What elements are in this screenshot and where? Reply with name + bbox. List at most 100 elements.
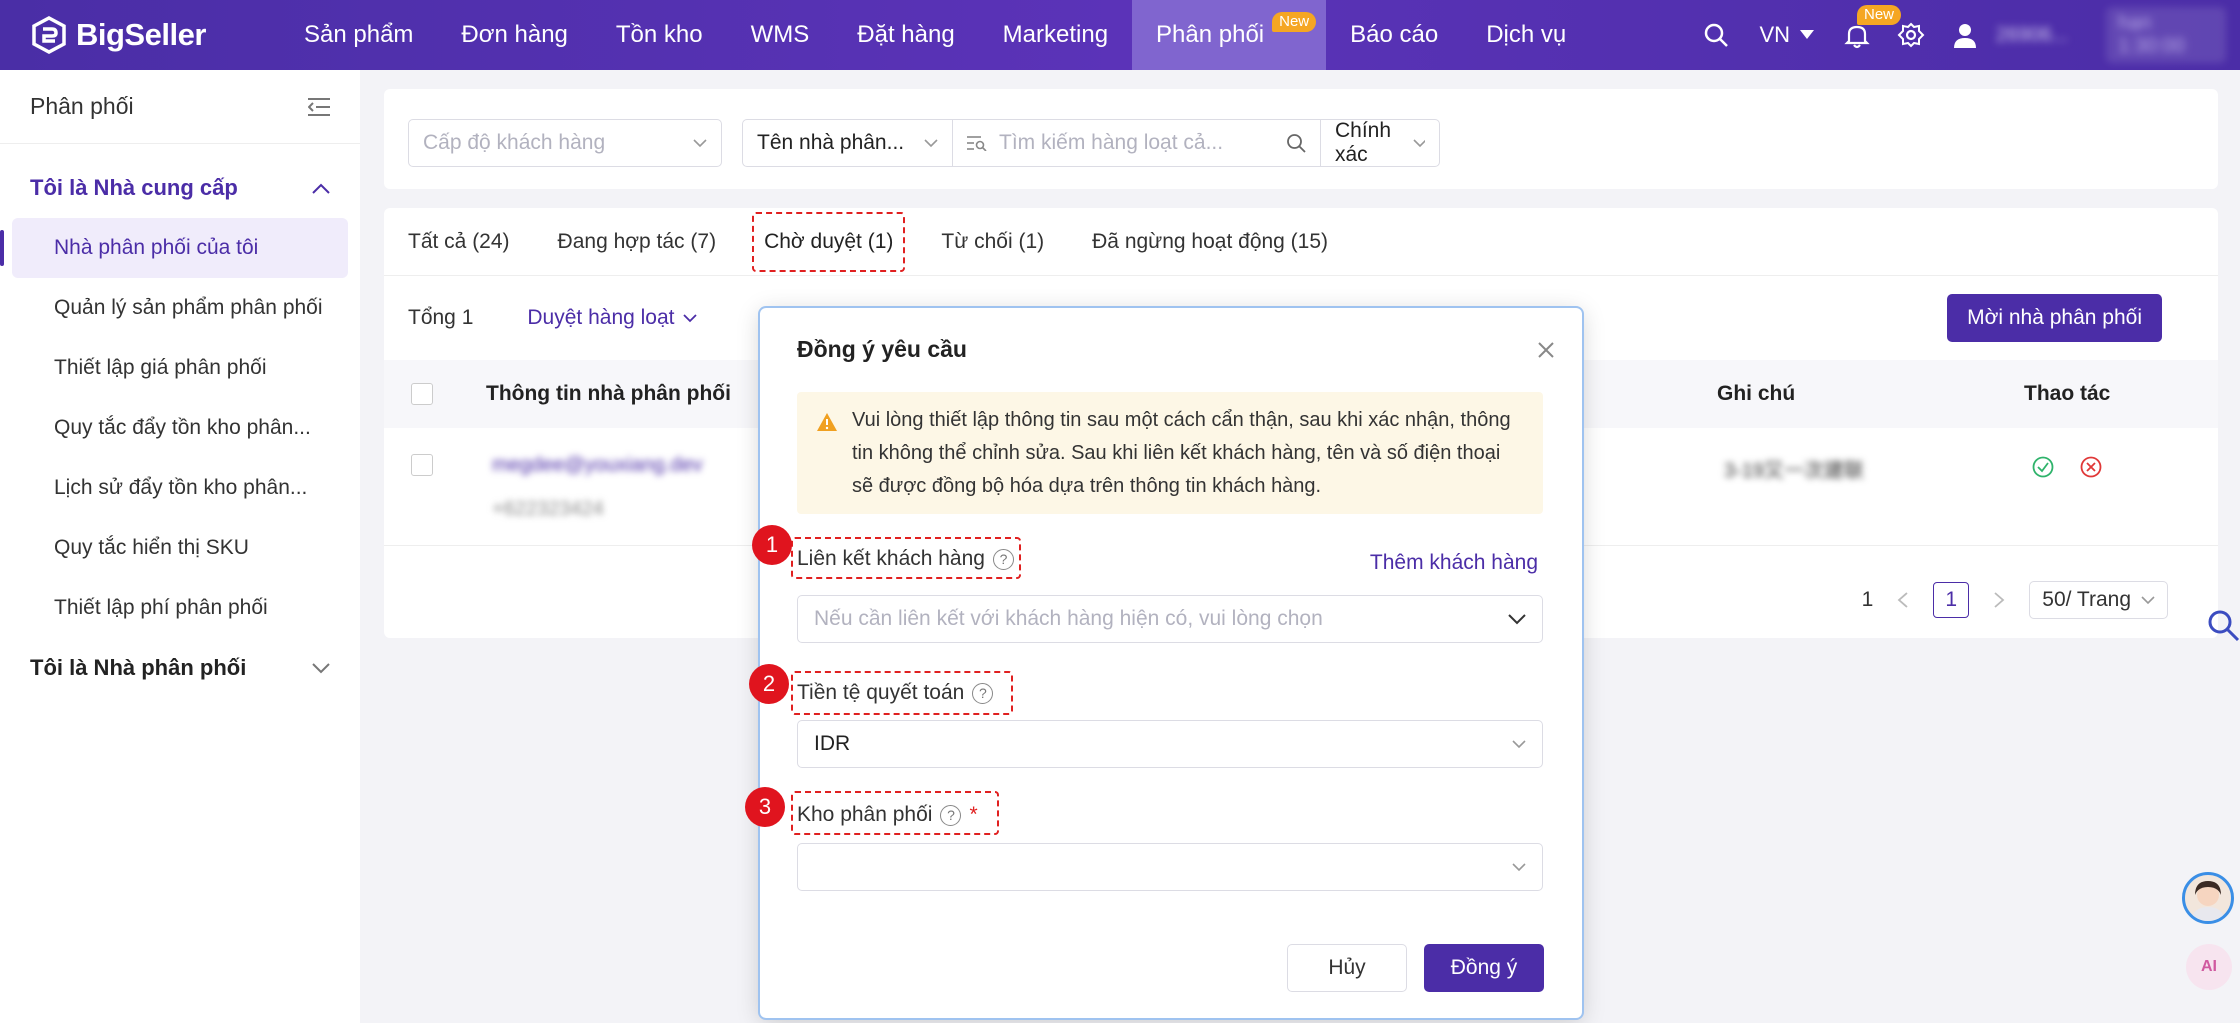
add-customer-link[interactable]: Thêm khách hàng	[1370, 551, 1538, 575]
search-placeholder: Tìm kiếm hàng loạt cả...	[999, 131, 1224, 154]
tab-label: Tất cả (24)	[408, 229, 510, 253]
language-select[interactable]: VN	[1759, 22, 1814, 48]
total-count: Tổng 1	[408, 306, 474, 329]
approve-request-dialog: Đồng ý yêu cầu Vui lòng thiết lập thông …	[760, 308, 1582, 1018]
floating-search-icon[interactable]	[2206, 608, 2240, 642]
search-input[interactable]: Tìm kiếm hàng loạt cả...	[953, 120, 1321, 166]
nav-distribution[interactable]: Phân phối New	[1132, 0, 1327, 70]
required-asterisk: *	[969, 803, 978, 826]
reject-x-icon[interactable]	[2080, 456, 2102, 478]
sidebar-item-label: Quy tắc đẩy tồn kho phân...	[54, 416, 311, 439]
help-icon[interactable]: ?	[972, 682, 994, 704]
settlement-currency-label: Tiền tệ quyết toán ?	[791, 671, 1013, 715]
sidebar-item-distribution-products[interactable]: Quản lý sản phẩm phân phối	[0, 278, 360, 338]
bigseller-logo[interactable]: BigSeller	[30, 16, 280, 54]
search-field-label: Tên nhà phân...	[757, 131, 905, 154]
row-note: 3-19又一次建联	[1724, 460, 1865, 482]
distributor-search-group: Tên nhà phân... Tìm kiếm hàng loạt cả...…	[742, 119, 1440, 167]
close-icon[interactable]	[1536, 340, 1556, 360]
nav-wms[interactable]: WMS	[727, 0, 834, 70]
nav-reports[interactable]: Báo cáo	[1326, 0, 1462, 70]
search-icon[interactable]	[1702, 21, 1730, 49]
sidebar-item-distribution-price[interactable]: Thiết lập giá phân phối	[0, 338, 360, 398]
distribution-warehouse-select[interactable]	[797, 843, 1543, 891]
user-name[interactable]: 26906...	[1996, 24, 2086, 47]
link-customer-placeholder: Nếu cần liên kết với khách hàng hiện có,…	[814, 607, 1323, 630]
language-label: VN	[1759, 22, 1790, 47]
cancel-button[interactable]: Hủy	[1287, 944, 1407, 992]
nav-services[interactable]: Dịch vụ	[1462, 0, 1590, 70]
distributor-email[interactable]: megdee@youxiang.dev	[492, 454, 702, 477]
tab-pending[interactable]: Chờ duyệt (1)	[752, 211, 906, 272]
invite-distributor-button[interactable]: Mời nhà phân phối	[1947, 294, 2162, 342]
sidebar-item-sku-display-rules[interactable]: Quy tắc hiển thị SKU	[0, 518, 360, 578]
sidebar-item-distribution-fees[interactable]: Thiết lập phí phân phối	[0, 578, 360, 638]
warning-alert: Vui lòng thiết lập thông tin sau một các…	[797, 392, 1543, 514]
nav-inventory[interactable]: Tồn kho	[592, 0, 727, 70]
sidebar-group-supplier[interactable]: Tôi là Nhà cung cấp	[0, 158, 360, 218]
column-header-action: Thao tác	[2024, 382, 2111, 405]
confirm-button[interactable]: Đồng ý	[1424, 944, 1544, 992]
agent-avatar-image	[2191, 881, 2225, 921]
link-customer-select[interactable]: Nếu cần liên kết với khách hàng hiện có,…	[797, 595, 1543, 643]
next-page-icon[interactable]	[1993, 592, 2005, 608]
support-agent-avatar[interactable]	[2182, 872, 2234, 924]
customer-level-select[interactable]: Cấp độ khách hàng	[408, 119, 722, 167]
warning-icon	[817, 413, 837, 431]
annotation-badge-1: 1	[752, 525, 792, 565]
column-header-note: Ghi chú	[1717, 382, 1796, 405]
batch-approve-dropdown[interactable]: Duyệt hàng loạt	[527, 306, 697, 330]
current-page[interactable]: 1	[1933, 582, 1970, 618]
match-mode-select[interactable]: Chính xác	[1321, 119, 1439, 166]
nav-label: Dịch vụ	[1486, 21, 1567, 48]
tab-cooperating[interactable]: Đang hợp tác (7)	[558, 214, 717, 270]
notification-button[interactable]: New	[1843, 5, 1902, 49]
nav-products[interactable]: Sản phẩm	[280, 0, 437, 70]
collapse-menu-icon[interactable]	[308, 97, 330, 117]
page-size-label: 50/ Trang	[2042, 588, 2131, 611]
sidebar-item-stock-push-rules[interactable]: Quy tắc đẩy tồn kho phân...	[0, 398, 360, 458]
tab-label: Từ chối (1)	[941, 229, 1045, 253]
sidebar-item-stock-push-history[interactable]: Lịch sử đẩy tồn kho phân...	[0, 458, 360, 518]
ai-assistant-icon[interactable]: AI	[2186, 944, 2232, 990]
main-nav: Sản phẩm Đơn hàng Tồn kho WMS Đặt hàng M…	[280, 0, 1590, 70]
settings-gear-icon[interactable]	[1897, 21, 1925, 49]
settlement-currency-value: IDR	[814, 732, 851, 755]
sidebar-item-my-distributors[interactable]: Nhà phân phối của tôi	[0, 218, 348, 278]
search-icon[interactable]	[1286, 133, 1306, 153]
sidebar-item-label: Quy tắc hiển thị SKU	[54, 536, 249, 559]
link-customer-label: Liên kết khách hàng ?	[791, 537, 1021, 579]
match-mode-label: Chính xác	[1335, 119, 1392, 166]
alert-text: Vui lòng thiết lập thông tin sau một các…	[852, 409, 1511, 497]
user-icon[interactable]	[1951, 21, 1979, 49]
tab-label: Chờ duyệt (1)	[764, 229, 894, 253]
help-icon[interactable]: ?	[940, 804, 962, 826]
chevron-down-icon	[1512, 862, 1526, 871]
row-checkbox[interactable]	[411, 454, 433, 476]
nav-marketing[interactable]: Marketing	[979, 0, 1132, 70]
prev-page-icon[interactable]	[1897, 592, 1909, 608]
field-label-text: Tiền tệ quyết toán	[797, 681, 965, 704]
sidebar-group-distributor[interactable]: Tôi là Nhà phân phối	[0, 638, 360, 698]
tab-rejected[interactable]: Từ chối (1)	[941, 214, 1044, 270]
tab-deactivated[interactable]: Đã ngừng hoạt động (15)	[1092, 214, 1328, 270]
settlement-currency-select[interactable]: IDR	[797, 720, 1543, 768]
dialog-title: Đồng ý yêu cầu	[797, 336, 967, 362]
sidebar-item-label: Quản lý sản phẩm phân phối	[54, 296, 323, 319]
nav-purchase[interactable]: Đặt hàng	[833, 0, 978, 70]
sidebar-title: Phân phối	[30, 93, 134, 119]
nav-orders[interactable]: Đơn hàng	[437, 0, 591, 70]
help-icon[interactable]: ?	[992, 548, 1014, 570]
brand-name: BigSeller	[76, 17, 206, 52]
chevron-down-icon	[682, 313, 697, 322]
page-size-select[interactable]: 50/ Trang	[2029, 581, 2168, 619]
select-all-checkbox[interactable]	[411, 383, 433, 405]
chevron-down-icon	[312, 662, 330, 673]
tab-all[interactable]: Tất cả (24)	[408, 214, 510, 270]
field-label-text: Liên kết khách hàng	[797, 547, 985, 570]
field-label-text: Kho phân phối	[797, 803, 933, 826]
chevron-down-icon	[924, 138, 938, 147]
approve-check-icon[interactable]	[2032, 456, 2054, 478]
search-field-select[interactable]: Tên nhà phân...	[743, 120, 953, 166]
batch-approve-label: Duyệt hàng loạt	[527, 306, 675, 329]
